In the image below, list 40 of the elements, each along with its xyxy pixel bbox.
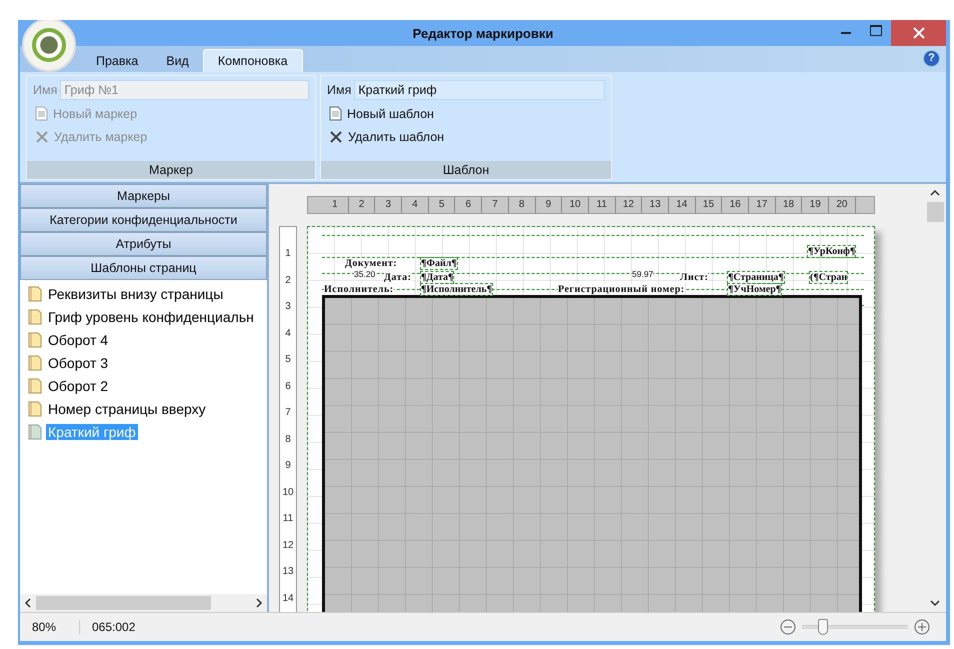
template-item[interactable]: Реквизиты внизу страницы bbox=[28, 284, 267, 303]
delete-button[interactable]: Удалить шаблон bbox=[327, 127, 446, 147]
zoom-percent: 80% bbox=[20, 620, 80, 634]
placeholder-field[interactable]: ¶Страница¶ bbox=[728, 272, 784, 283]
field-label: Документ: bbox=[345, 258, 398, 269]
dimension-value: 59.97 bbox=[632, 269, 654, 280]
ribbon-tab[interactable]: Вид bbox=[152, 50, 203, 72]
field-label: Исполнитель: bbox=[324, 284, 394, 295]
section-header[interactable]: Атрибуты bbox=[20, 232, 267, 256]
ribbon-tab[interactable]: Компоновка bbox=[202, 49, 303, 72]
placeholder-field[interactable]: ¶Исполнитель¶ bbox=[421, 284, 492, 295]
template-item[interactable]: Гриф уровень конфиденциальн bbox=[28, 307, 267, 326]
name-label: Имя bbox=[33, 83, 58, 97]
dimension-value: 35.20 bbox=[354, 269, 376, 280]
placeholder-field[interactable]: (¶Стран bbox=[810, 272, 848, 283]
placeholder-field[interactable]: ¶УрКонф¶ bbox=[808, 246, 856, 257]
field-label: Дата: bbox=[384, 272, 412, 283]
section-header[interactable]: Шаблоны страниц bbox=[20, 256, 267, 280]
group-caption: Маркер bbox=[27, 161, 315, 179]
template-item[interactable]: Оборот 4 bbox=[28, 330, 267, 349]
placeholder-field[interactable]: ¶Файл¶ bbox=[421, 258, 457, 269]
horizontal-ruler: 1 2 3 4 5 6 7 8 9 10 11 12 13 14 15 16 17 18 19 20 bbox=[307, 196, 875, 214]
window-title: Редактор маркировки bbox=[412, 26, 554, 40]
field-label: Лист: bbox=[680, 272, 708, 283]
help-button[interactable]: ? bbox=[923, 50, 940, 67]
name-label: Имя bbox=[327, 83, 352, 97]
name-field[interactable]: Краткий гриф bbox=[354, 80, 605, 100]
section-header[interactable]: Маркеры bbox=[20, 184, 267, 208]
ribbon-tab[interactable]: Правка bbox=[82, 50, 152, 72]
placeholder-field[interactable]: ¶Дата¶ bbox=[421, 272, 454, 283]
template-item[interactable]: Оборот 2 bbox=[28, 376, 267, 395]
group-caption: Шаблон bbox=[321, 161, 611, 179]
template-item[interactable]: Номер страницы вверху bbox=[28, 399, 267, 418]
template-item[interactable]: Оборот 3 bbox=[28, 353, 267, 372]
cursor-position: 065:002 bbox=[91, 620, 136, 634]
vertical-ruler: 1 2 3 4 5 6 7 8 9 10 11 12 13 14 bbox=[279, 226, 297, 612]
section-header[interactable]: Категории конфиденциальности bbox=[20, 208, 267, 232]
field-label: Регистрационный номер: bbox=[558, 284, 685, 295]
new-button[interactable]: Новый шаблон bbox=[327, 103, 436, 124]
placeholder-field[interactable]: ¶УчНомер¶ bbox=[728, 284, 782, 295]
